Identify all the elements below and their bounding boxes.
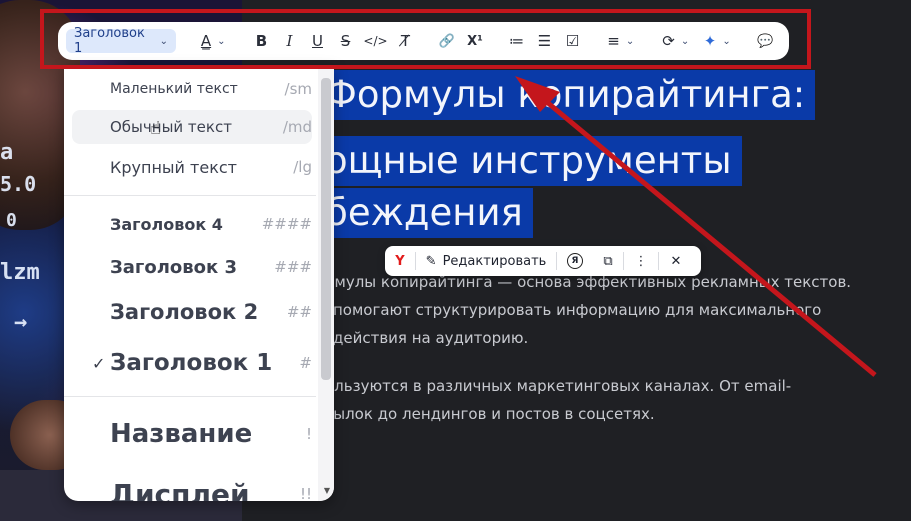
annotation-arrow [515,76,877,377]
